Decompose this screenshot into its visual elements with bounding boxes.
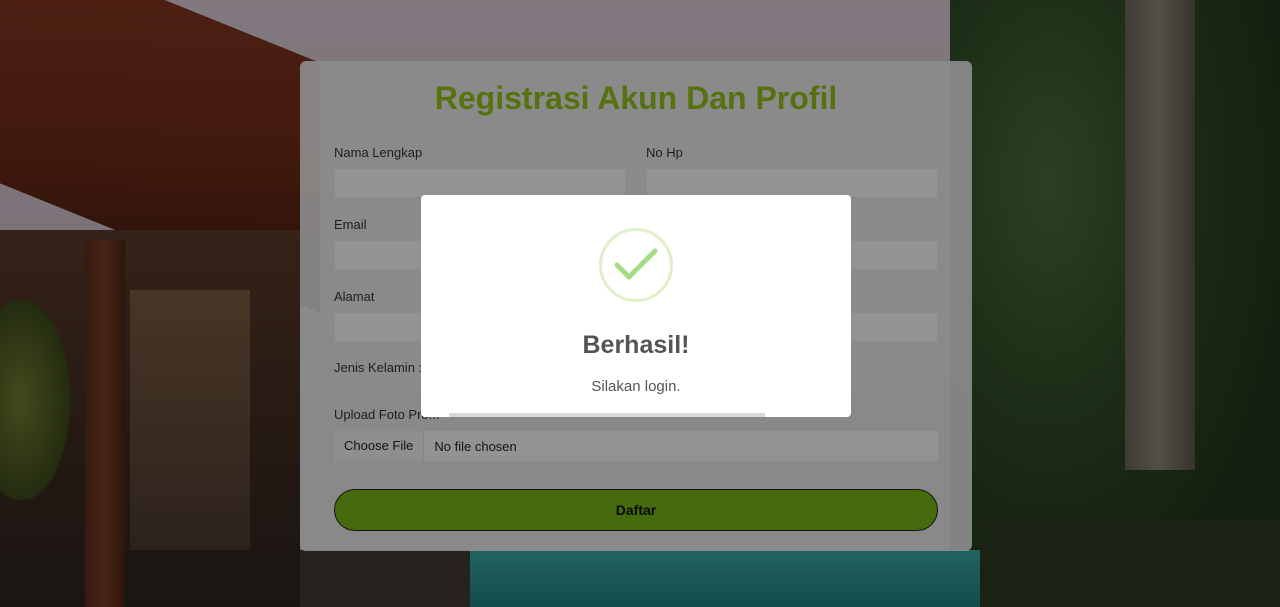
success-dialog: Berhasil! Silakan login. bbox=[421, 195, 851, 417]
dialog-title: Berhasil! bbox=[582, 331, 690, 359]
check-icon bbox=[599, 228, 673, 302]
auto-close-progress-bar bbox=[449, 413, 765, 417]
dialog-message: Silakan login. bbox=[591, 378, 681, 395]
